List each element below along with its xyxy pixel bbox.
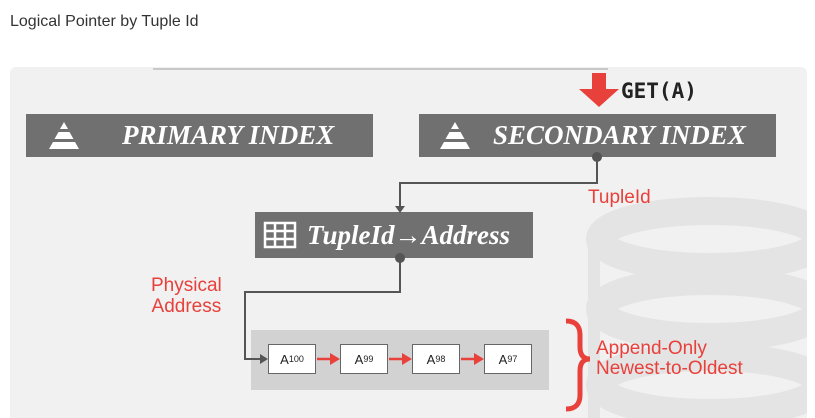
chain-note-line1: Append-Only	[596, 338, 707, 359]
version-base: A	[426, 351, 436, 367]
version-base: A	[498, 351, 508, 367]
primary-index-box: PRIMARY INDEX	[26, 114, 373, 157]
chain-note: Append-Only Newest-to-Oldest	[596, 339, 743, 379]
table-icon	[263, 221, 297, 249]
version-box: A 98	[412, 344, 460, 374]
get-request-label: GET(A)	[621, 79, 697, 103]
tupleid-label: TupleId	[588, 187, 651, 208]
version-sub: 97	[507, 354, 518, 364]
version-box: A 97	[484, 344, 532, 374]
version-sub: 99	[363, 354, 374, 364]
tupleid-address-box: TupleId→Address	[255, 212, 533, 258]
primary-index-label: PRIMARY INDEX	[122, 120, 335, 150]
physical-address-line2: Address	[151, 296, 222, 317]
version-sub: 100	[288, 354, 304, 364]
pyramid-icon	[440, 121, 470, 149]
mapping-label: TupleId→Address	[307, 219, 511, 250]
version-box: A 99	[340, 344, 388, 374]
version-sub: 98	[435, 354, 446, 364]
secondary-index-label: SECONDARY INDEX	[493, 120, 746, 150]
version-base: A	[280, 351, 289, 367]
version-box: A 100	[268, 344, 316, 374]
version-base: A	[354, 351, 364, 367]
chain-note-line2: Newest-to-Oldest	[596, 358, 743, 379]
physical-address-label: Physical Address	[151, 275, 222, 317]
secondary-index-box: SECONDARY INDEX	[419, 114, 776, 157]
diagram-canvas: PRIMARY INDEX SECONDARY INDEX GET(A) Tup…	[10, 67, 807, 418]
page-title: Logical Pointer by Tuple Id	[10, 13, 199, 30]
physical-address-line1: Physical	[151, 275, 222, 296]
pyramid-icon	[49, 121, 79, 149]
